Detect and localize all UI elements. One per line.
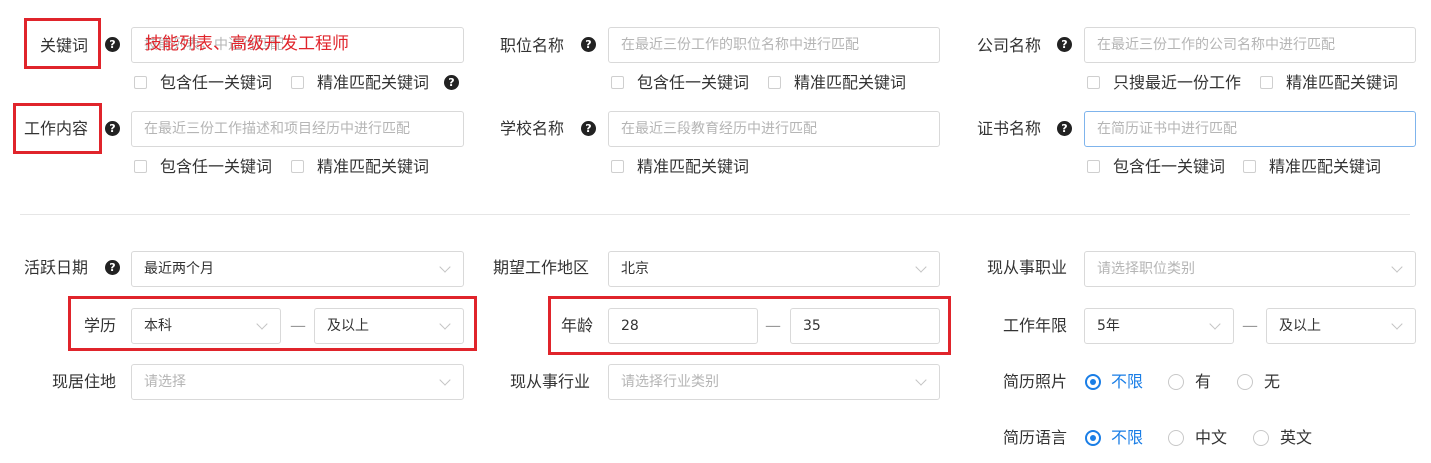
certificate-exact-checkbox[interactable] (1243, 160, 1256, 173)
keyword-any-label: 包含任一关键词 (160, 73, 273, 92)
school-name-help-icon[interactable]: ? (581, 121, 596, 136)
position-exact-checkbox[interactable] (768, 76, 781, 89)
job-content-exact-label: 精准匹配关键词 (317, 157, 430, 176)
photo-any-radio[interactable] (1085, 374, 1101, 390)
position-name-label: 职位名称 (500, 36, 565, 55)
company-name-input[interactable]: 在最近三份工作的公司名称中进行匹配 (1084, 27, 1416, 63)
job-content-exact-checkbox[interactable] (291, 160, 304, 173)
residence-placeholder: 请选择 (144, 374, 186, 390)
keyword-highlight-box (24, 18, 101, 69)
keyword-input-value: 技能列表、高级开发工程师 (145, 34, 349, 54)
position-any-checkbox[interactable] (611, 76, 624, 89)
certificate-label: 证书名称 (977, 119, 1042, 138)
certificate-any-checkbox[interactable] (1087, 160, 1100, 173)
language-english-radio[interactable] (1253, 430, 1269, 446)
photo-label: 简历照片 (1003, 372, 1068, 391)
active-date-help-icon[interactable]: ? (105, 260, 120, 275)
chevron-down-icon (1209, 318, 1221, 330)
chevron-down-icon (1391, 261, 1403, 273)
school-exact-label: 精准匹配关键词 (637, 157, 750, 176)
chevron-down-icon (915, 374, 927, 386)
job-content-help-icon[interactable]: ? (105, 121, 120, 136)
photo-yes-label: 有 (1195, 372, 1212, 391)
expected-area-value: 北京 (621, 261, 649, 277)
certificate-placeholder: 在简历证书中进行匹配 (1097, 121, 1237, 137)
certificate-input[interactable]: 在简历证书中进行匹配 (1084, 111, 1416, 147)
school-name-input[interactable]: 在最近三段教育经历中进行匹配 (608, 111, 940, 147)
education-highlight-box (68, 296, 477, 351)
residence-select[interactable]: 请选择 (131, 364, 464, 400)
chevron-down-icon (915, 261, 927, 273)
job-content-highlight-box (13, 103, 102, 154)
position-any-label: 包含任一关键词 (637, 73, 750, 92)
job-content-any-label: 包含任一关键词 (160, 157, 273, 176)
company-latest-label: 只搜最近一份工作 (1113, 73, 1242, 92)
current-job-placeholder: 请选择职位类别 (1097, 261, 1195, 277)
photo-yes-radio[interactable] (1168, 374, 1184, 390)
photo-no-label: 无 (1264, 372, 1281, 391)
keyword-exact-help-icon[interactable]: ? (444, 75, 459, 90)
keyword-exact-label: 精准匹配关键词 (317, 73, 430, 92)
position-name-placeholder: 在最近三份工作的职位名称中进行匹配 (621, 37, 859, 53)
active-date-select[interactable]: 最近两个月 (131, 251, 464, 287)
chevron-down-icon (439, 261, 451, 273)
industry-select[interactable]: 请选择行业类别 (608, 364, 940, 400)
work-years-range-dash: — (1242, 316, 1258, 335)
company-name-help-icon[interactable]: ? (1057, 37, 1072, 52)
current-job-select[interactable]: 请选择职位类别 (1084, 251, 1416, 287)
active-date-value: 最近两个月 (144, 261, 214, 277)
industry-label: 现从事行业 (510, 372, 591, 391)
company-latest-checkbox[interactable] (1087, 76, 1100, 89)
active-date-label: 活跃日期 (24, 258, 89, 277)
language-chinese-radio[interactable] (1168, 430, 1184, 446)
work-years-value: 5年 (1097, 318, 1120, 334)
company-name-label: 公司名称 (977, 36, 1042, 55)
chevron-down-icon (1391, 318, 1403, 330)
residence-label: 现居住地 (52, 372, 117, 391)
language-chinese-label: 中文 (1195, 428, 1228, 447)
company-name-placeholder: 在最近三份工作的公司名称中进行匹配 (1097, 37, 1335, 53)
job-content-placeholder: 在最近三份工作描述和项目经历中进行匹配 (144, 121, 410, 137)
current-job-label: 现从事职业 (987, 258, 1068, 277)
position-name-input[interactable]: 在最近三份工作的职位名称中进行匹配 (608, 27, 940, 63)
school-exact-checkbox[interactable] (611, 160, 624, 173)
language-any-label: 不限 (1111, 428, 1144, 447)
industry-placeholder: 请选择行业类别 (621, 374, 719, 390)
language-label: 简历语言 (1003, 428, 1068, 447)
certificate-help-icon[interactable]: ? (1057, 121, 1072, 136)
keyword-any-checkbox[interactable] (134, 76, 147, 89)
work-years-range-select[interactable]: 及以上 (1266, 308, 1416, 344)
section-divider (20, 214, 1410, 215)
expected-area-label: 期望工作地区 (493, 258, 590, 277)
photo-any-label: 不限 (1111, 372, 1144, 391)
position-exact-label: 精准匹配关键词 (794, 73, 907, 92)
work-years-range-value: 及以上 (1279, 318, 1321, 334)
job-content-any-checkbox[interactable] (134, 160, 147, 173)
expected-area-select[interactable]: 北京 (608, 251, 940, 287)
chevron-down-icon (439, 374, 451, 386)
photo-no-radio[interactable] (1237, 374, 1253, 390)
company-exact-checkbox[interactable] (1260, 76, 1273, 89)
certificate-exact-label: 精准匹配关键词 (1269, 157, 1382, 176)
language-english-label: 英文 (1280, 428, 1313, 447)
school-name-placeholder: 在最近三段教育经历中进行匹配 (621, 121, 817, 137)
company-exact-label: 精准匹配关键词 (1286, 73, 1399, 92)
certificate-any-label: 包含任一关键词 (1113, 157, 1226, 176)
age-highlight-box (548, 296, 951, 355)
work-years-label: 工作年限 (1003, 316, 1068, 335)
job-content-input[interactable]: 在最近三份工作描述和项目经历中进行匹配 (131, 111, 464, 147)
keyword-exact-checkbox[interactable] (291, 76, 304, 89)
position-name-help-icon[interactable]: ? (581, 37, 596, 52)
work-years-select[interactable]: 5年 (1084, 308, 1234, 344)
keyword-help-icon[interactable]: ? (105, 37, 120, 52)
language-any-radio[interactable] (1085, 430, 1101, 446)
school-name-label: 学校名称 (500, 119, 565, 138)
